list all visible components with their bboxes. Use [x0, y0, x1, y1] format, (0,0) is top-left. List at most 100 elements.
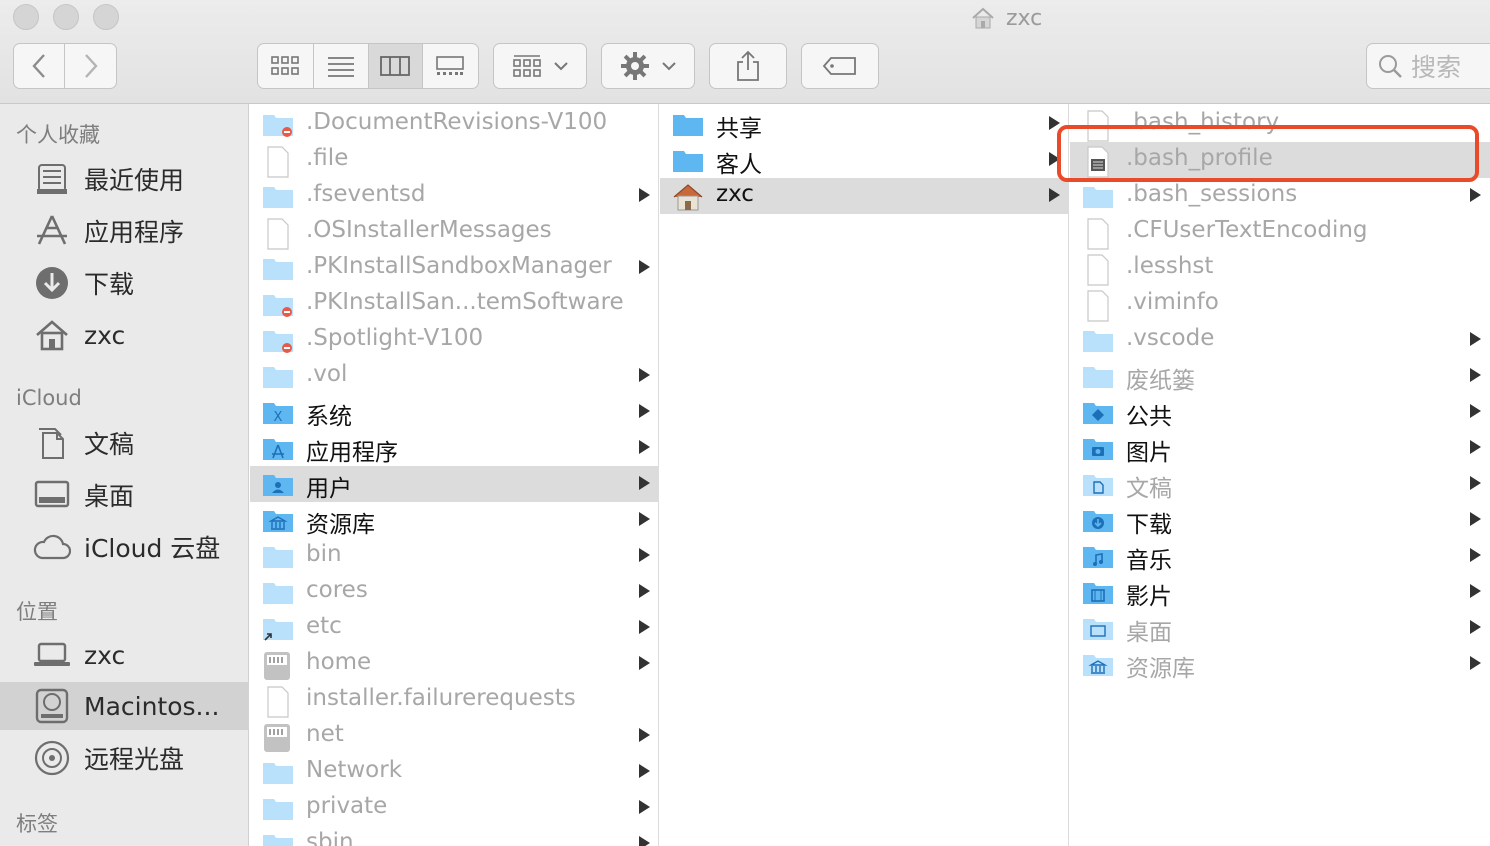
file-row[interactable]: .PKInstallSan...temSoftware [250, 286, 658, 322]
file-row[interactable]: etc [250, 610, 658, 646]
file-row[interactable]: 应用程序 [250, 430, 658, 466]
sidebar-heading-favorites: 个人收藏 [16, 123, 100, 147]
list-view-button[interactable] [314, 44, 369, 88]
cloud-icon [32, 527, 72, 567]
disclosure-arrow-icon [639, 548, 650, 562]
file-row[interactable]: 废纸篓 [1070, 358, 1490, 394]
file-row[interactable]: 共享 [660, 106, 1068, 142]
restricted-folder-icon [262, 326, 294, 354]
file-row[interactable]: .vscode [1070, 322, 1490, 358]
file-icon [1082, 218, 1114, 250]
sidebar-item-applications[interactable]: 应用程序 [0, 207, 249, 255]
disclosure-arrow-icon [639, 728, 650, 742]
share-button[interactable] [709, 43, 787, 89]
file-row-label: 共享 [716, 116, 762, 142]
file-row[interactable]: X 系统 [250, 394, 658, 430]
search-placeholder: 搜索 [1411, 53, 1462, 82]
sidebar-item-documents[interactable]: 文稿 [0, 419, 249, 467]
optical-disc-icon [32, 738, 72, 778]
file-row[interactable]: 影片 [1070, 574, 1490, 610]
forward-button[interactable] [65, 44, 116, 88]
disclosure-arrow-icon [639, 368, 650, 382]
file-row[interactable]: net [250, 718, 658, 754]
file-icon [1082, 254, 1114, 286]
file-row[interactable]: 公共 [1070, 394, 1490, 430]
file-row[interactable]: private [250, 790, 658, 826]
search-field[interactable]: 搜索 [1366, 43, 1490, 89]
disclosure-arrow-icon [1470, 512, 1481, 526]
file-row[interactable]: 桌面 [1070, 610, 1490, 646]
music-folder-icon [1082, 542, 1114, 570]
column-view-icon [380, 56, 411, 76]
file-row[interactable]: bin [250, 538, 658, 574]
file-row-label: bin [306, 541, 342, 567]
disclosure-arrow-icon [639, 440, 650, 454]
file-row[interactable]: 图片 [1070, 430, 1490, 466]
file-row[interactable]: 下载 [1070, 502, 1490, 538]
sidebar-heading-tags: 标签 [16, 812, 58, 836]
restricted-folder-icon [262, 290, 294, 318]
folder-icon [262, 830, 294, 846]
disclosure-arrow-icon [1470, 368, 1481, 382]
sidebar-item-home[interactable]: zxc [0, 311, 249, 359]
sidebar-item-downloads[interactable]: 下载 [0, 259, 249, 307]
file-row[interactable]: .OSInstallerMessages [250, 214, 658, 250]
file-row-label: .fseventsd [306, 181, 426, 207]
file-row[interactable]: 用户 [250, 466, 658, 502]
zoom-window-button[interactable] [93, 4, 119, 30]
sidebar-item-desktop[interactable]: 桌面 [0, 471, 249, 519]
gallery-view-button[interactable] [423, 44, 478, 88]
file-icon [262, 146, 294, 178]
minimize-window-button[interactable] [53, 4, 79, 30]
tags-button[interactable] [801, 43, 879, 89]
group-by-button[interactable] [493, 43, 587, 89]
icon-view-button[interactable] [258, 44, 314, 88]
file-row-label: 文稿 [1126, 476, 1172, 502]
file-row[interactable]: 音乐 [1070, 538, 1490, 574]
sidebar-item-recents[interactable]: 最近使用 [0, 155, 249, 203]
file-row[interactable]: .file [250, 142, 658, 178]
documents-folder-icon [1082, 470, 1114, 498]
file-row[interactable]: zxc [660, 178, 1068, 214]
file-row[interactable]: installer.failurerequests [250, 682, 658, 718]
file-row[interactable]: .bash_sessions [1070, 178, 1490, 214]
sidebar-item-macintosh-hd[interactable]: Macintos... [0, 682, 249, 730]
column-view-button[interactable] [369, 44, 423, 88]
action-menu-button[interactable] [601, 43, 695, 89]
disclosure-arrow-icon [1470, 476, 1481, 490]
file-row[interactable]: .vol [250, 358, 658, 394]
file-row[interactable]: .DocumentRevisions-V100 [250, 106, 658, 142]
file-row[interactable]: .fseventsd [250, 178, 658, 214]
sidebar-item-remote-disc[interactable]: 远程光盘 [0, 734, 249, 782]
sidebar-item-icloud-drive[interactable]: iCloud 云盘 [0, 523, 249, 571]
sidebar-item-computer[interactable]: zxc [0, 631, 249, 679]
file-row[interactable]: .Spotlight-V100 [250, 322, 658, 358]
back-button[interactable] [14, 44, 66, 88]
file-row-label: .PKInstallSandboxManager [306, 253, 612, 279]
file-row[interactable]: 资源库 [250, 502, 658, 538]
file-row[interactable]: .PKInstallSandboxManager [250, 250, 658, 286]
file-row-label: 公共 [1126, 404, 1172, 430]
file-row[interactable]: cores [250, 574, 658, 610]
file-row[interactable]: 文稿 [1070, 466, 1490, 502]
file-row-label: .lesshst [1126, 253, 1214, 279]
file-row[interactable]: 客人 [660, 142, 1068, 178]
file-row[interactable]: .CFUserTextEncoding [1070, 214, 1490, 250]
file-row-label: 系统 [306, 404, 352, 430]
file-row[interactable]: Network [250, 754, 658, 790]
chevron-down-icon [554, 62, 568, 71]
file-row[interactable]: 资源库 [1070, 646, 1490, 682]
file-row[interactable]: .lesshst [1070, 250, 1490, 286]
disclosure-arrow-icon [1470, 404, 1481, 418]
window-title-text: zxc [1006, 5, 1043, 31]
file-row[interactable]: home [250, 646, 658, 682]
applications-icon [32, 211, 72, 251]
close-window-button[interactable] [13, 4, 39, 30]
file-row-label: installer.failurerequests [306, 685, 576, 711]
navigation-buttons [13, 43, 117, 89]
file-icon [262, 686, 294, 718]
disclosure-arrow-icon [639, 476, 650, 490]
disclosure-arrow-icon [639, 260, 650, 274]
file-row[interactable]: sbin [250, 826, 658, 846]
file-row[interactable]: .viminfo [1070, 286, 1490, 322]
